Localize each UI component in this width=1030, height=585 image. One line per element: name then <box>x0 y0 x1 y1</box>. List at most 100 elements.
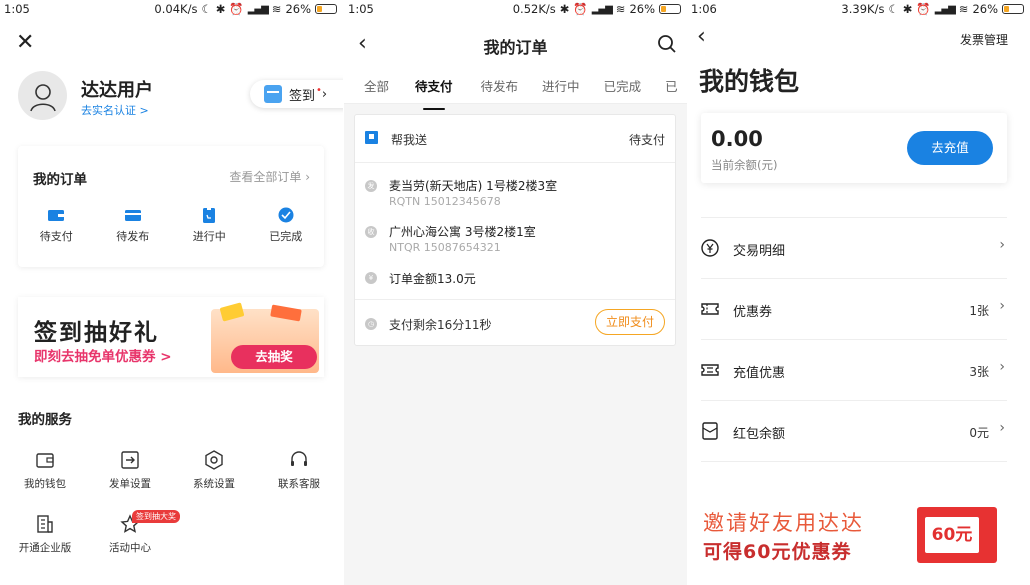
order-status-label: 待支付 <box>39 230 73 243</box>
chevron-right-icon: › <box>321 86 328 102</box>
alarm-icon: ⏰ <box>229 2 244 16</box>
service-label: 联系客服 <box>278 478 320 490</box>
signin-promo-banner[interactable]: 签到抽好礼 即刻去抽免单优惠券 > 去抽奖 <box>18 297 324 377</box>
network-speed: 3.39K/s <box>841 2 885 16</box>
dropoff-address: 广州心海公寓 3号楼2楼1室 <box>389 225 536 239</box>
service-label: 开通企业版 <box>18 542 72 554</box>
bluetooth-icon: ✱ <box>559 2 570 16</box>
pay-now-button[interactable]: 立即支付 <box>595 309 665 335</box>
services-title: 我的服务 <box>18 412 72 428</box>
signal-icon: ▂▄▆ <box>934 3 956 15</box>
service-wallet[interactable]: 我的钱包 <box>5 450 85 491</box>
status-indicators: 0.52K/s ✱ ⏰ ▂▄▆ ≋ 26% <box>513 2 681 16</box>
order-status-pending-publish[interactable]: 待发布 <box>95 204 172 244</box>
status-indicators: 3.39K/s ☾ ✱ ⏰ ▂▄▆ ≋ 26% <box>841 2 1024 16</box>
coupon-icon <box>701 303 719 315</box>
headset-icon <box>291 451 307 466</box>
order-status-completed[interactable]: 已完成 <box>248 204 325 244</box>
draw-prize-button[interactable]: 去抽奖 <box>231 345 317 369</box>
order-card-divider <box>355 299 675 300</box>
see-all-orders-link[interactable]: 查看全部订单 › <box>229 168 310 185</box>
wifi-icon: ≋ <box>958 2 969 16</box>
wallet-row-transactions[interactable]: 交易明细 › <box>701 217 1007 278</box>
send-icon <box>121 451 139 469</box>
back-arrow-icon[interactable]: ‹ <box>697 26 706 48</box>
building-icon <box>37 515 53 533</box>
wallet-row-label: 红包余额 <box>733 427 786 442</box>
order-card[interactable]: 帮我送 待支付 发 麦当劳(新天地店) 1号楼2楼3室 RQTN 1501234… <box>354 114 676 346</box>
wallet-row-value: 0元 <box>969 426 989 440</box>
chevron-right-icon: › <box>999 420 1005 436</box>
battery-icon <box>659 4 681 14</box>
my-orders-card: 我的订单 查看全部订单 › 待支付 待发布 进行中 已完成 <box>18 146 324 267</box>
service-customer-support[interactable]: 联系客服 <box>259 450 339 491</box>
payment-countdown: 支付剩余16分11秒 <box>389 318 492 332</box>
orders-card-title: 我的订单 <box>33 172 87 188</box>
tab-completed[interactable]: 已完成 <box>604 76 642 102</box>
signin-label: 签到 <box>289 88 316 104</box>
alarm-icon: ⏰ <box>916 2 931 16</box>
order-status-pending-pay[interactable]: 待支付 <box>18 204 95 244</box>
chevron-right-icon: › <box>305 170 310 184</box>
page-title: 我的钱包 <box>699 67 800 96</box>
status-time: 1:05 <box>348 2 374 16</box>
wallet-row-recharge-offers[interactable]: 充值优惠 3张 › <box>701 339 1007 400</box>
page-title: 我的订单 <box>483 38 548 57</box>
service-system-settings[interactable]: 系统设置 <box>174 450 254 491</box>
verify-identity-link[interactable]: 去实名认证 > <box>81 102 149 118</box>
battery-percent: 26% <box>629 2 655 16</box>
order-type: 帮我送 <box>391 133 428 147</box>
wallet-screen: 1:06 3.39K/s ☾ ✱ ⏰ ▂▄▆ ≋ 26% ‹ 发票管理 我的钱包… <box>687 0 1030 585</box>
service-label: 我的钱包 <box>24 478 66 490</box>
dnd-icon: ☾ <box>888 2 899 16</box>
wallet-row-value: 1张 <box>969 304 989 318</box>
order-status-label: 进行中 <box>192 230 226 243</box>
battery-icon <box>315 4 337 14</box>
pickup-dot-icon: 发 <box>365 180 377 192</box>
wallet-row-value: 3张 <box>969 365 989 379</box>
service-label: 发单设置 <box>109 478 151 490</box>
envelope-amount: 60元 <box>925 517 979 553</box>
tab-divider <box>344 103 687 104</box>
check-circle-icon <box>278 207 294 223</box>
balance-card: 0.00 当前余额(元) 去充值 <box>701 113 1007 183</box>
network-speed: 0.52K/s <box>512 2 556 16</box>
invite-reward: 可得60元优惠券 <box>703 541 852 563</box>
service-order-settings[interactable]: 发单设置 <box>90 450 170 491</box>
avatar[interactable] <box>18 71 67 120</box>
order-status-label: 已完成 <box>269 230 303 243</box>
user-avatar-icon <box>29 83 56 111</box>
activity-badge: 签到抽大奖 <box>132 510 180 523</box>
wallet-list-divider <box>701 461 1007 462</box>
tab-in-progress[interactable]: 进行中 <box>542 76 580 102</box>
tab-all[interactable]: 全部 <box>364 76 389 102</box>
signal-icon: ▂▄▆ <box>591 3 613 15</box>
dropoff-dot-icon: 收 <box>365 226 377 238</box>
recharge-button[interactable]: 去充值 <box>907 131 993 165</box>
invite-friends-banner[interactable]: 邀请好友用达达 可得60元优惠券 60元 <box>701 491 1007 569</box>
wallet-row-red-envelope[interactable]: 红包余额 0元 › <box>701 400 1007 461</box>
wallet-row-coupons[interactable]: 优惠券 1张 › <box>701 278 1007 339</box>
status-indicators: 0.04K/s ☾ ✱ ⏰ ▂▄▆ ≋ 26% <box>154 2 337 16</box>
order-tabs: 全部 待支付 待发布 进行中 已完成 已 <box>344 76 687 110</box>
tab-more[interactable]: 已 <box>665 76 678 102</box>
dropoff-contact: NTQR 15087654321 <box>389 241 501 254</box>
promo-subtitle: 即刻去抽免单优惠券 > <box>34 349 172 365</box>
tab-pending-publish[interactable]: 待发布 <box>481 76 519 102</box>
status-bar: 1:05 0.04K/s ☾ ✱ ⏰ ▂▄▆ ≋ 26% <box>0 0 343 18</box>
signin-button[interactable]: 签到 • › <box>250 80 343 108</box>
balance-label: 当前余额(元) <box>711 158 778 172</box>
service-enterprise[interactable]: 开通企业版 <box>5 514 85 555</box>
search-icon[interactable] <box>657 34 677 54</box>
tab-pending-pay[interactable]: 待支付 <box>415 76 453 110</box>
gear-icon <box>205 450 223 470</box>
pickup-address: 麦当劳(新天地店) 1号楼2楼3室 <box>389 179 558 193</box>
bookmark-icon <box>365 131 378 144</box>
invoice-management-link[interactable]: 发票管理 <box>960 31 1008 48</box>
chevron-right-icon: › <box>999 298 1005 314</box>
pickup-contact: RQTN 15012345678 <box>389 195 501 208</box>
status-bar: 1:06 3.39K/s ☾ ✱ ⏰ ▂▄▆ ≋ 26% <box>687 0 1030 18</box>
close-icon[interactable]: ✕ <box>16 32 34 54</box>
service-label: 活动中心 <box>109 542 151 554</box>
order-status-in-progress[interactable]: 进行中 <box>171 204 248 244</box>
